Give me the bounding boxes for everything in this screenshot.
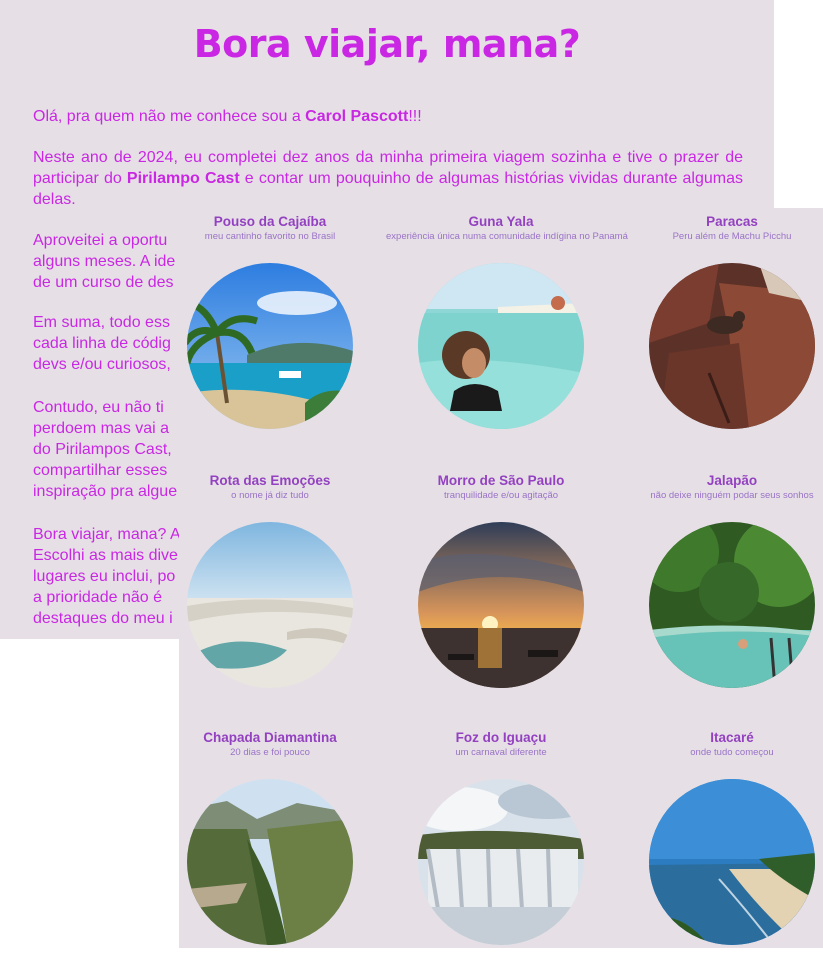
- intro-line: de um curso de des: [33, 274, 174, 291]
- destination-name: Guna Yala: [468, 214, 534, 229]
- destination-subtitle: o nome já diz tudo: [231, 490, 309, 501]
- destination-gallery: Pouso da Cajaíba meu cantinho favorito n…: [179, 208, 823, 948]
- destination-subtitle: onde tudo começou: [690, 747, 774, 758]
- intro-line: destaques do meu i: [33, 610, 173, 627]
- intro-text-segment: !!!: [408, 108, 422, 125]
- podcast-name: Pirilampo Cast: [126, 170, 240, 187]
- destination-subtitle: Peru além de Machu Picchu: [672, 231, 792, 242]
- destination-card[interactable]: Pouso da Cajaíba meu cantinho favorito n…: [155, 214, 385, 429]
- intro-line: Contudo, eu não ti: [33, 399, 164, 416]
- destination-name: Jalapão: [706, 473, 758, 488]
- intro-paragraph-2: Neste ano de 2024, eu completei dez anos…: [33, 147, 743, 210]
- intro-line: Em suma, todo ess: [33, 314, 170, 331]
- intro-line: perdoem mas vai a: [33, 420, 170, 437]
- destination-name: Paracas: [706, 214, 758, 229]
- beach-palm-photo: [187, 263, 353, 429]
- destination-card[interactable]: Guna Yala experiência única numa comunid…: [386, 214, 628, 429]
- destination-subtitle: 20 dias e foi pouco: [230, 747, 310, 758]
- intro-paragraph-1: Olá, pra quem não me conhece sou a Carol…: [33, 106, 743, 127]
- destination-name: Rota das Emoções: [209, 473, 331, 488]
- destination-subtitle: um carnaval diferente: [455, 747, 547, 758]
- intro-line: devs e/ou curiosos,: [33, 356, 171, 373]
- author-name: Carol Pascott: [305, 108, 409, 125]
- destination-photo[interactable]: [187, 522, 353, 688]
- sunset-sea-photo: [418, 522, 584, 688]
- intro-line: Aproveitei a oportu: [33, 232, 168, 249]
- destination-name: Foz do Iguaçu: [455, 730, 547, 745]
- destination-photo[interactable]: [649, 263, 815, 429]
- destination-photo[interactable]: [418, 779, 584, 945]
- destination-photo[interactable]: [187, 263, 353, 429]
- destination-name: Pouso da Cajaíba: [213, 214, 327, 229]
- page-title: Bora viajar, mana?: [193, 22, 581, 66]
- coastline-photo: [649, 779, 815, 945]
- intro-line: compartilhar esses: [33, 462, 168, 479]
- canyon-valley-photo: [187, 779, 353, 945]
- destination-card[interactable]: Jalapão não deixe ninguém podar seus son…: [617, 473, 823, 688]
- destination-subtitle: tranquilidade e/ou agitação: [443, 490, 559, 501]
- intro-text-segment: Olá, pra quem não me conhece sou a: [33, 108, 306, 125]
- destination-name: Itacaré: [710, 730, 754, 745]
- destination-name: Morro de São Paulo: [437, 473, 565, 488]
- destination-photo[interactable]: [418, 263, 584, 429]
- turquoise-water-photo: [418, 263, 584, 429]
- intro-line: cada linha de códig: [33, 335, 171, 352]
- destination-photo[interactable]: [418, 522, 584, 688]
- destination-card[interactable]: Foz do Iguaçu um carnaval diferente: [386, 730, 616, 945]
- destination-subtitle: experiência única numa comunidade indígi…: [386, 231, 628, 242]
- dunes-lagoon-photo: [187, 522, 353, 688]
- destination-name: Chapada Diamantina: [203, 730, 337, 745]
- intro-line: do Pirilampos Cast,: [33, 441, 172, 458]
- destination-card[interactable]: Morro de São Paulo tranquilidade e/ou ag…: [386, 473, 616, 688]
- destination-photo[interactable]: [649, 522, 815, 688]
- destination-card[interactable]: Rota das Emoções o nome já diz tudo: [155, 473, 385, 688]
- intro-line: alguns meses. A ide: [33, 253, 176, 270]
- destination-photo[interactable]: [649, 779, 815, 945]
- jungle-pool-photo: [649, 522, 815, 688]
- sea-lion-rocks-photo: [649, 263, 815, 429]
- destination-card[interactable]: Paracas Peru além de Machu Picchu: [617, 214, 823, 429]
- destination-subtitle: não deixe ninguém podar seus sonhos: [650, 490, 814, 501]
- destination-card[interactable]: Itacaré onde tudo começou: [617, 730, 823, 945]
- destination-card[interactable]: Chapada Diamantina 20 dias e foi pouco: [155, 730, 385, 945]
- destination-subtitle: meu cantinho favorito no Brasil: [204, 231, 336, 242]
- intro-line: lugares eu inclui, po: [33, 568, 176, 585]
- destination-photo[interactable]: [187, 779, 353, 945]
- intro-line: a prioridade não é: [33, 589, 162, 606]
- waterfall-photo: [418, 779, 584, 945]
